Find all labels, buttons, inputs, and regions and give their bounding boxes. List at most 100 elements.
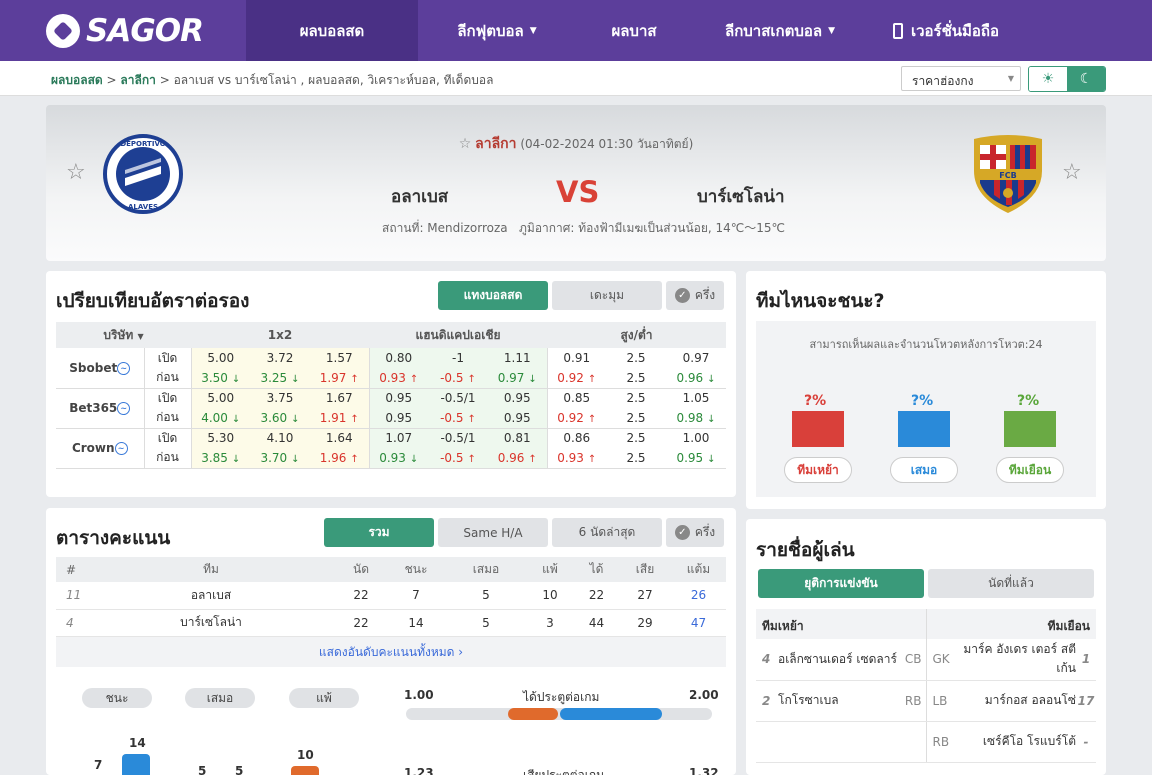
odds-cell[interactable]: 0.86 bbox=[547, 428, 606, 448]
odds-cell[interactable]: 0.96 ↓ bbox=[666, 368, 726, 389]
player-name[interactable]: โกโรซาเบล bbox=[778, 680, 900, 722]
odds-cell[interactable]: 3.75 bbox=[250, 388, 310, 408]
odds-cell[interactable]: 1.00 bbox=[666, 428, 726, 448]
player-name[interactable]: อเล็กซานเดอร์ เซดลาร์ bbox=[778, 639, 900, 681]
odds-cell[interactable]: 0.93 ↑ bbox=[547, 448, 606, 469]
odds-cell[interactable]: 2.5 bbox=[606, 388, 666, 408]
tab-previous-match[interactable]: นัดที่แล้ว bbox=[928, 569, 1094, 598]
nav-live-scores[interactable]: ผลบอลสด bbox=[246, 0, 418, 61]
odds-cell[interactable]: 0.97 ↓ bbox=[488, 368, 548, 389]
favorite-star-icon[interactable]: ☆ bbox=[1062, 160, 1082, 185]
home-team-name[interactable]: อลาเบส bbox=[391, 183, 448, 210]
tab-last-6[interactable]: 6 นัดล่าสุด bbox=[552, 518, 662, 547]
odds-cell[interactable]: 4.00 ↓ bbox=[191, 408, 250, 429]
nav-basketball-leagues[interactable]: ลีกบาสเกตบอล ▼ bbox=[692, 0, 868, 61]
odds-cell[interactable]: -0.5 ↑ bbox=[428, 408, 488, 429]
tab-same-ha[interactable]: Same H/A bbox=[438, 518, 548, 547]
odds-cell[interactable]: 2.5 bbox=[606, 368, 666, 389]
standings-cell[interactable]: บาร์เซโลน่า bbox=[86, 609, 336, 637]
odds-cell[interactable]: 0.98 ↓ bbox=[666, 408, 726, 429]
toggle-half[interactable]: ✓ ครึ่ง bbox=[666, 518, 724, 547]
player-name[interactable]: เซร์คีโอ โรแบร์โต้ bbox=[956, 721, 1076, 763]
odds-cell[interactable]: 0.93 ↓ bbox=[369, 448, 428, 469]
odds-cell[interactable]: 1.07 bbox=[369, 428, 428, 448]
odds-cell[interactable]: 5.00 bbox=[191, 348, 250, 368]
bookmaker-sbobet[interactable]: Sbobet ~ bbox=[56, 348, 145, 389]
odds-cell[interactable]: -1 bbox=[428, 348, 488, 368]
bookmaker-crown[interactable]: Crown ~ bbox=[56, 428, 145, 469]
odds-cell[interactable]: 0.95 bbox=[369, 408, 428, 429]
odds-cell[interactable]: 1.91 ↑ bbox=[310, 408, 370, 429]
odds-cell[interactable]: 2.5 bbox=[606, 348, 666, 368]
nav-football-leagues[interactable]: ลีกฟุตบอล ▼ bbox=[418, 0, 576, 61]
odds-cell[interactable]: 2.5 bbox=[606, 448, 666, 469]
odds-cell[interactable]: -0.5 ↑ bbox=[428, 448, 488, 469]
odds-cell[interactable]: -0.5 ↑ bbox=[428, 368, 488, 389]
moon-icon[interactable]: ☾ bbox=[1067, 67, 1105, 91]
away-team-name[interactable]: บาร์เซโลน่า bbox=[697, 183, 785, 210]
nav-basketball-results[interactable]: ผลบาส bbox=[576, 0, 692, 61]
player-name[interactable]: มาร์ค อังเดร เตอร์ สตีเก้น bbox=[956, 639, 1076, 681]
odds-cell[interactable]: 0.85 bbox=[547, 388, 606, 408]
odds-cell[interactable]: 0.96 ↑ bbox=[488, 448, 548, 469]
odds-cell[interactable]: 0.95 bbox=[488, 408, 548, 429]
odds-cell[interactable]: -0.5/1 bbox=[428, 428, 488, 448]
odds-cell[interactable]: 0.93 ↑ bbox=[369, 368, 428, 389]
odds-cell[interactable]: 5.00 bbox=[191, 388, 250, 408]
vote-away-button[interactable]: ทีมเยือน bbox=[996, 457, 1064, 483]
odds-cell[interactable]: 3.25 ↓ bbox=[250, 368, 310, 389]
info-icon[interactable]: ~ bbox=[117, 361, 131, 375]
odds-cell[interactable]: 0.91 bbox=[547, 348, 606, 368]
odds-cell[interactable]: 0.97 bbox=[666, 348, 726, 368]
odds-cell[interactable]: 3.50 ↓ bbox=[191, 368, 250, 389]
breadcrumb-home[interactable]: ผลบอลสด bbox=[51, 73, 103, 87]
table-row[interactable]: 4 บาร์เซโลน่า 22 14 5 3 44 29 47 bbox=[56, 609, 726, 637]
odds-cell[interactable]: 0.92 ↑ bbox=[547, 408, 606, 429]
odds-cell[interactable]: -0.5/1 bbox=[428, 388, 488, 408]
league-name[interactable]: ลาลีกา bbox=[475, 136, 516, 152]
odds-cell[interactable]: 1.11 bbox=[488, 348, 548, 368]
tab-lineup-final[interactable]: ยุติการแข่งขัน bbox=[758, 569, 924, 598]
odds-cell[interactable]: 3.85 ↓ bbox=[191, 448, 250, 469]
toggle-half[interactable]: ✓ ครึ่ง bbox=[666, 281, 724, 310]
table-row[interactable]: 11 อลาเบส 22 7 5 10 22 27 26 bbox=[56, 582, 726, 610]
sun-icon[interactable]: ☀ bbox=[1029, 67, 1067, 91]
odds-cell[interactable]: 0.80 bbox=[369, 348, 428, 368]
odds-cell[interactable]: 1.05 bbox=[666, 388, 726, 408]
tab-overall[interactable]: รวม bbox=[324, 518, 434, 547]
odds-cell[interactable]: 1.67 bbox=[310, 388, 370, 408]
show-all-standings-link[interactable]: แสดงอันดับคะแนนทั้งหมด › bbox=[56, 637, 726, 667]
player-name[interactable]: มาร์กอส อลอนโซ่ bbox=[956, 680, 1076, 722]
tab-live-betting[interactable]: แทงบอลสด bbox=[438, 281, 548, 310]
odds-cell[interactable]: 3.72 bbox=[250, 348, 310, 368]
player-name[interactable] bbox=[778, 721, 900, 763]
odds-cell[interactable]: 2.5 bbox=[606, 408, 666, 429]
info-icon[interactable]: ~ bbox=[117, 402, 131, 415]
theme-toggle[interactable]: ☀ ☾ bbox=[1028, 66, 1106, 92]
odds-cell[interactable]: 1.57 bbox=[310, 348, 370, 368]
odds-cell[interactable]: 2.5 bbox=[606, 428, 666, 448]
tab-corners[interactable]: เดะมุม bbox=[552, 281, 662, 310]
star-icon[interactable]: ☆ bbox=[459, 136, 472, 152]
col-company[interactable]: บริษัท ▼ bbox=[56, 322, 191, 348]
odds-cell[interactable]: 0.95 ↓ bbox=[666, 448, 726, 469]
odds-cell[interactable]: 5.30 bbox=[191, 428, 250, 448]
odds-format-select[interactable]: ราคาฮ่องกง ▼ bbox=[901, 66, 1021, 91]
odds-cell[interactable]: 1.64 bbox=[310, 428, 370, 448]
odds-cell[interactable]: 0.92 ↑ bbox=[547, 368, 606, 389]
info-icon[interactable]: ~ bbox=[114, 442, 128, 455]
odds-cell[interactable]: 0.95 bbox=[369, 388, 428, 408]
odds-cell[interactable]: 1.96 ↑ bbox=[310, 448, 370, 469]
odds-cell[interactable]: 3.60 ↓ bbox=[250, 408, 310, 429]
favorite-star-icon[interactable]: ☆ bbox=[66, 160, 86, 185]
standings-cell[interactable]: อลาเบส bbox=[86, 582, 336, 610]
vote-home-button[interactable]: ทีมเหย้า bbox=[784, 457, 852, 483]
logo[interactable]: SAGOR bbox=[0, 13, 246, 49]
odds-cell[interactable]: 3.70 ↓ bbox=[250, 448, 310, 469]
odds-cell[interactable]: 0.81 bbox=[488, 428, 548, 448]
vote-draw-button[interactable]: เสมอ bbox=[890, 457, 958, 483]
breadcrumb-league[interactable]: ลาลีกา bbox=[120, 73, 155, 87]
odds-cell[interactable]: 0.95 bbox=[488, 388, 548, 408]
odds-cell[interactable]: 1.97 ↑ bbox=[310, 368, 370, 389]
bookmaker-bet365[interactable]: Bet365 ~ bbox=[56, 388, 145, 429]
